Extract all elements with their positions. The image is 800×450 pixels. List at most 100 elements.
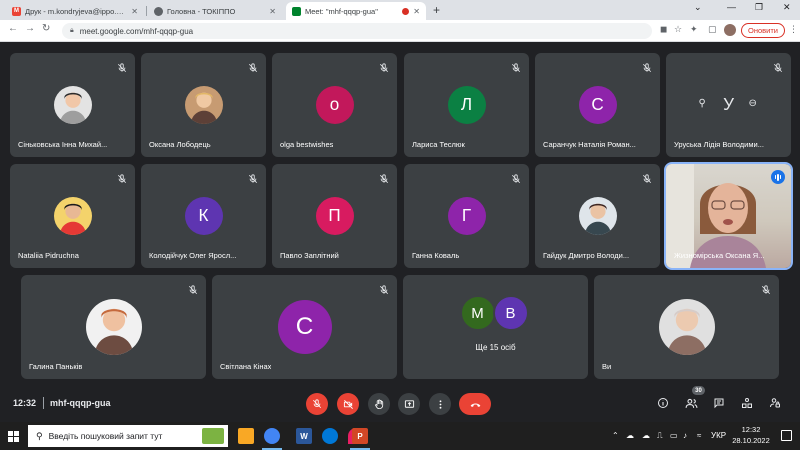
people-button[interactable] — [683, 395, 699, 411]
participant-avatar: С — [277, 300, 332, 354]
edge-icon[interactable] — [322, 428, 338, 444]
participant-tile[interactable]: Л Лариса Теслюк — [404, 53, 529, 157]
participant-tile[interactable]: Сіньковська Інна Михай... — [10, 53, 135, 157]
microphone-button[interactable] — [306, 393, 328, 415]
participant-tile[interactable]: М В Ще 15 осіб — [403, 275, 588, 379]
notifications-icon[interactable] — [781, 430, 792, 441]
taskbar-search-box[interactable]: ⚲ Введіть пошуковий запит тут — [28, 425, 228, 447]
activities-button[interactable] — [739, 395, 755, 411]
mic-muted-icon — [117, 171, 127, 184]
close-window-icon[interactable]: ✕ — [783, 2, 791, 13]
more-vert-icon — [439, 399, 441, 409]
end-call-button[interactable] — [459, 393, 491, 415]
participant-tile[interactable]: Оксана Лободець — [141, 53, 266, 157]
remove-icon[interactable]: ⊖ — [749, 98, 757, 109]
present-screen-icon — [404, 399, 414, 408]
raise-hand-button[interactable] — [368, 393, 390, 415]
participant-tile[interactable]: К Колодійчук Олег Яросл... — [141, 164, 266, 268]
participant-tile[interactable]: Nataliia Pidruchna — [10, 164, 135, 268]
globe-icon — [154, 6, 163, 16]
close-icon[interactable]: ✕ — [413, 7, 420, 16]
minimize-icon[interactable]: — — [727, 2, 736, 12]
address-bar[interactable]: 🔒︎ meet.google.com/mhf-qqqp-gua — [62, 23, 652, 39]
participant-photo — [184, 86, 223, 124]
camera-button[interactable] — [337, 393, 359, 415]
reload-icon[interactable]: ↻ — [42, 23, 50, 34]
participant-tile[interactable]: o olga bestwishes — [272, 53, 397, 157]
participant-name: Галина Паньків — [29, 362, 83, 371]
menu-icon[interactable]: ⋮ — [789, 24, 798, 35]
participant-tile[interactable]: Г Ганна Коваль — [404, 164, 529, 268]
word-icon[interactable]: W — [296, 428, 312, 444]
meeting-clock: 12:32 — [13, 398, 37, 408]
system-time: 12:32 — [741, 425, 761, 434]
windows-start-icon[interactable] — [8, 431, 19, 442]
powerpoint-icon[interactable]: P — [352, 428, 368, 444]
tab-title: Meet: "mhf-qqqp-gua" — [305, 6, 378, 16]
tab-meet[interactable]: Meet: "mhf-qqqp-gua" ✕ — [286, 2, 426, 20]
chrome-icon[interactable] — [264, 428, 280, 444]
present-button[interactable] — [398, 393, 420, 415]
side-panel-icon[interactable]: ▢ — [708, 24, 717, 35]
participant-tile[interactable]: Ви — [594, 275, 779, 379]
participant-tile[interactable]: У ⚲ ⊖ Уруська Лідія Володими... — [666, 53, 791, 157]
host-controls-icon — [770, 398, 780, 408]
tab-tokippo[interactable]: Головна - ТОКІППО ✕ — [148, 2, 282, 20]
participant-tile[interactable]: Гайдук Дмитро Володи... — [535, 164, 660, 268]
mic-muted-icon — [248, 171, 258, 184]
participant-photo — [658, 299, 715, 355]
back-icon[interactable]: ← — [8, 23, 18, 34]
keyboard-language[interactable]: УКР — [711, 431, 726, 440]
volume-icon[interactable]: ♪ — [683, 431, 687, 440]
participant-name: Оксана Лободець — [149, 140, 211, 149]
participant-tile[interactable]: С Світлана Кінах — [212, 275, 397, 379]
extensions-icon[interactable]: ✦ — [690, 24, 698, 35]
file-explorer-icon[interactable] — [238, 428, 254, 444]
people-icon — [685, 398, 697, 408]
url-text: meet.google.com/mhf-qqqp-gua — [79, 26, 194, 36]
update-button[interactable]: Оновити — [741, 23, 785, 38]
system-clock[interactable]: 12:32 28.10.2022 — [729, 424, 773, 446]
tab-search-icon[interactable]: ⌄ — [694, 2, 702, 13]
network-icon[interactable]: ⎍ — [657, 431, 663, 441]
participant-name: Ще 15 осіб — [475, 343, 516, 352]
close-icon[interactable]: ✕ — [269, 7, 276, 16]
participant-tile[interactable]: Галина Паньків — [21, 275, 206, 379]
divider — [43, 397, 44, 409]
participant-name: Колодійчук Олег Яросл... — [149, 251, 237, 260]
tab-divider — [146, 6, 147, 16]
wifi-icon[interactable]: ≈ — [697, 431, 701, 440]
camera-permission-icon[interactable]: ◼ — [660, 24, 667, 35]
participant-name: Гайдук Дмитро Володи... — [543, 251, 630, 260]
pin-icon[interactable]: ⚲ — [699, 98, 706, 109]
weather-icon[interactable]: ☁ — [626, 431, 634, 440]
tab-title: Друк - m.kondryjeva@ippo.edu — [25, 6, 128, 16]
activities-icon — [742, 398, 752, 408]
star-icon[interactable]: ☆ — [674, 24, 682, 35]
participant-name: Світлана Кінах — [220, 362, 272, 371]
tray-chevron-icon[interactable]: ⌃ — [612, 431, 619, 440]
meeting-info-button[interactable] — [655, 395, 671, 411]
participant-tile[interactable]: П Павло Заплітний — [272, 164, 397, 268]
participant-name: Лариса Теслюк — [412, 140, 465, 149]
chat-button[interactable] — [711, 395, 727, 411]
windows-taskbar: ⚲ Введіть пошуковий запит тут W P ⌃ ☁ ☁ … — [0, 422, 800, 450]
onedrive-icon[interactable]: ☁ — [642, 431, 650, 440]
battery-icon[interactable]: ▭ — [670, 431, 678, 440]
info-icon — [658, 398, 668, 408]
meeting-code: mhf-qqqp-gua — [50, 398, 111, 408]
raise-hand-icon — [374, 399, 383, 409]
participant-tile[interactable]: Жизномірська Оксана Я... — [664, 162, 793, 270]
mic-muted-icon — [642, 60, 652, 73]
maximize-icon[interactable]: ❐ — [755, 2, 763, 13]
host-controls-button[interactable] — [767, 395, 783, 411]
tab-gmail[interactable]: M Друк - m.kondryjeva@ippo.edu ✕ — [6, 2, 144, 20]
participant-photo — [85, 299, 142, 355]
participant-tile[interactable]: С Саранчук Наталія Роман... — [535, 53, 660, 157]
mic-off-icon — [312, 399, 322, 409]
profile-avatar[interactable] — [724, 24, 736, 36]
new-tab-button[interactable]: + — [433, 3, 440, 17]
close-icon[interactable]: ✕ — [131, 7, 138, 16]
forward-icon[interactable]: → — [25, 23, 35, 34]
more-options-button[interactable] — [429, 393, 451, 415]
